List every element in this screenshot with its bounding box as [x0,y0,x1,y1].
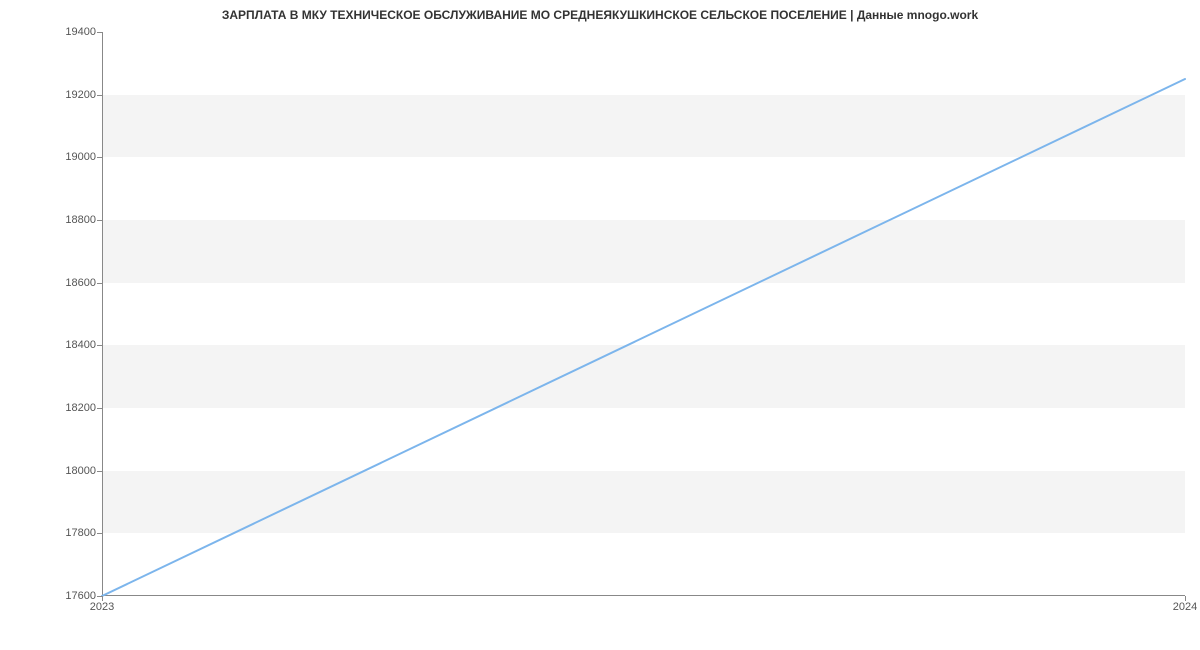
line-layer [102,32,1185,596]
y-tick-mark [97,283,102,284]
y-tick-label: 17800 [36,527,96,539]
y-tick-mark [97,220,102,221]
y-tick-mark [97,95,102,96]
y-tick-mark [97,157,102,158]
y-tick-mark [97,471,102,472]
y-tick-label: 17600 [36,590,96,602]
x-tick-mark [1185,596,1186,601]
y-tick-label: 19200 [36,89,96,101]
y-tick-mark [97,345,102,346]
y-tick-label: 19000 [36,151,96,163]
series-line [102,79,1185,596]
y-tick-mark [97,533,102,534]
y-tick-label: 18000 [36,465,96,477]
y-tick-label: 19400 [36,26,96,38]
y-tick-mark [97,408,102,409]
x-tick-label: 2024 [1173,601,1197,613]
x-tick-mark [102,596,103,601]
y-tick-mark [97,32,102,33]
y-tick-label: 18400 [36,339,96,351]
y-tick-label: 18600 [36,277,96,289]
chart-title: ЗАРПЛАТА В МКУ ТЕХНИЧЕСКОЕ ОБСЛУЖИВАНИЕ … [0,8,1200,22]
y-tick-label: 18800 [36,214,96,226]
y-tick-label: 18200 [36,402,96,414]
x-tick-label: 2023 [90,601,114,613]
